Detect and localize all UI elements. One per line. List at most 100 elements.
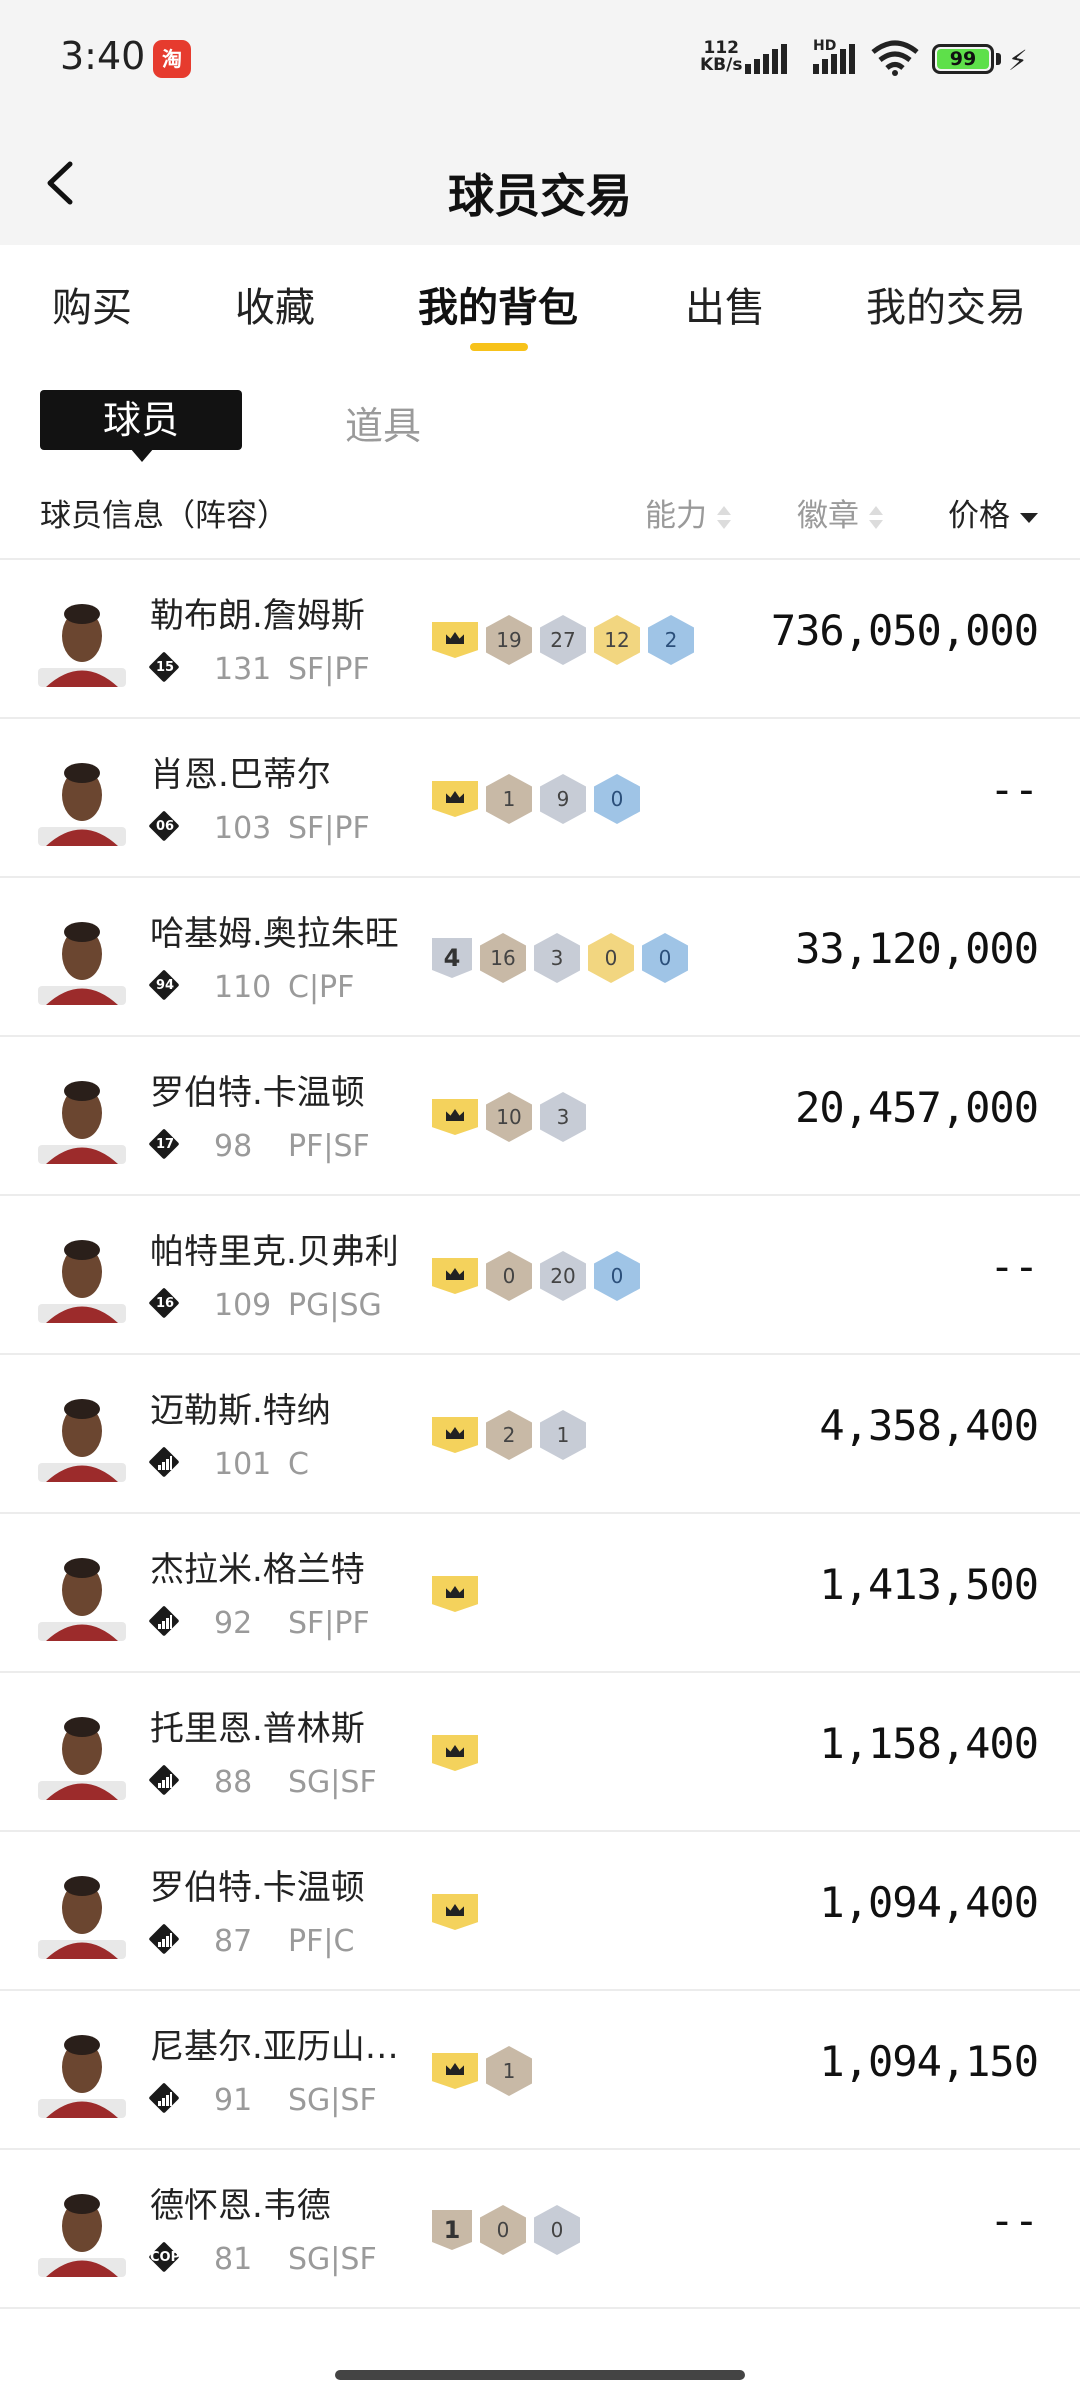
crown-icon bbox=[432, 2053, 478, 2089]
rank-badge: 1 bbox=[432, 2210, 472, 2250]
battery-level: 99 bbox=[937, 49, 989, 69]
subtab-players[interactable]: 球员 bbox=[40, 390, 242, 462]
badge-group: 4 16 3 0 0 bbox=[432, 933, 688, 983]
home-indicator[interactable] bbox=[335, 2370, 745, 2380]
player-row[interactable]: 罗伯特.卡温顿 17 98 PF|SF 10 3 20,457,000 bbox=[0, 1037, 1080, 1196]
tab-my-trades[interactable]: 我的交易 bbox=[866, 275, 1026, 333]
player-rating: 98 bbox=[214, 1129, 253, 1164]
player-avatar bbox=[38, 1717, 126, 1800]
badge-group: 10 3 bbox=[432, 1092, 586, 1142]
badge-group bbox=[432, 1887, 478, 1930]
player-row[interactable]: 德怀恩.韦德 COPY 81 SG|SF 100 -- bbox=[0, 2150, 1080, 2309]
badge-count: 0 bbox=[486, 1251, 532, 1301]
player-position: SF|PF bbox=[288, 652, 370, 687]
crown-icon bbox=[432, 1894, 478, 1930]
status-bar: 3:40 淘 112 KB/s HD 99 ⚡ bbox=[0, 0, 1080, 120]
signal-icon-2 bbox=[813, 44, 855, 74]
badge-group: 19 27 12 2 bbox=[432, 615, 694, 665]
column-ability-label: 能力 bbox=[645, 498, 707, 534]
badge-count: 20 bbox=[540, 1251, 586, 1301]
player-name: 哈基姆.奥拉朱旺 bbox=[150, 914, 399, 954]
player-avatar bbox=[38, 1399, 126, 1482]
tab-sell[interactable]: 出售 bbox=[685, 275, 765, 333]
crown-icon bbox=[432, 781, 478, 817]
jersey-number: COPY bbox=[150, 2250, 190, 2265]
badge-count: 2 bbox=[648, 615, 694, 665]
player-rating: 109 bbox=[214, 1288, 272, 1323]
signal-icon bbox=[745, 44, 787, 74]
badge-count: 0 bbox=[534, 2205, 580, 2255]
player-avatar bbox=[38, 922, 126, 1005]
player-position: SG|SF bbox=[288, 2242, 377, 2277]
badge-group bbox=[432, 1728, 478, 1771]
player-row[interactable]: 托里恩.普林斯 88 SG|SF 1,158,400 bbox=[0, 1673, 1080, 1832]
player-price: 1,094,150 bbox=[819, 2037, 1039, 2086]
rank-badge: 4 bbox=[432, 938, 472, 978]
player-row[interactable]: 罗伯特.卡温顿 87 PF|C 1,094,400 bbox=[0, 1832, 1080, 1991]
player-position: SG|SF bbox=[288, 2083, 377, 2118]
badge-count: 3 bbox=[534, 933, 580, 983]
badge-count: 0 bbox=[594, 774, 640, 824]
column-header: 球员信息（阵容） 能力 徽章 价格 bbox=[0, 478, 1080, 560]
player-avatar bbox=[38, 1081, 126, 1164]
sort-desc-icon bbox=[1020, 512, 1038, 523]
player-row[interactable]: 勒布朗.詹姆斯 15 131 SF|PF 19 27 12 2 736,050,000 bbox=[0, 560, 1080, 719]
player-price: -- bbox=[989, 1242, 1039, 1291]
player-name: 罗伯特.卡温顿 bbox=[150, 1868, 365, 1908]
tab-my-bag[interactable]: 我的背包 bbox=[418, 275, 578, 333]
player-row[interactable]: 迈勒斯.特纳 101 C 21 4,358,400 bbox=[0, 1355, 1080, 1514]
player-rating: 87 bbox=[214, 1924, 253, 1959]
player-position: SG|SF bbox=[288, 1765, 377, 1800]
network-speed-unit: KB/s bbox=[700, 55, 743, 75]
player-name: 迈勒斯.特纳 bbox=[150, 1391, 331, 1431]
player-row[interactable]: 肖恩.巴蒂尔 06 103 SF|PF 190 -- bbox=[0, 719, 1080, 878]
player-avatar bbox=[38, 1558, 126, 1641]
player-position: C bbox=[288, 1447, 309, 1482]
player-name: 杰拉米.格兰特 bbox=[150, 1550, 365, 1590]
player-rating: 131 bbox=[214, 652, 272, 687]
badge-group: 0 20 0 bbox=[432, 1251, 640, 1301]
sort-icon bbox=[717, 505, 731, 531]
badge-count: 0 bbox=[594, 1251, 640, 1301]
signal-tier-icon bbox=[148, 1923, 180, 1955]
player-avatar bbox=[38, 2194, 126, 2277]
badge-count: 1 bbox=[540, 1410, 586, 1460]
badge-group bbox=[432, 1569, 478, 1612]
badge-group: 1 bbox=[432, 2046, 532, 2096]
player-list: 勒布朗.詹姆斯 15 131 SF|PF 19 27 12 2 736,050,000… bbox=[0, 560, 1080, 2309]
player-rating: 103 bbox=[214, 811, 272, 846]
badge-count: 19 bbox=[486, 615, 532, 665]
jersey-icon: 16 bbox=[148, 1287, 180, 1319]
badge-group: 21 bbox=[432, 1410, 586, 1460]
header-bar: 球员交易 bbox=[0, 120, 1080, 245]
tab-favorites[interactable]: 收藏 bbox=[235, 275, 315, 333]
crown-icon bbox=[432, 1099, 478, 1135]
jersey-icon: COPY bbox=[148, 2241, 190, 2273]
tab-buy[interactable]: 购买 bbox=[52, 275, 132, 333]
badge-group: 100 bbox=[432, 2205, 580, 2255]
column-player-info: 球员信息（阵容） bbox=[40, 498, 288, 534]
column-price[interactable]: 价格 bbox=[948, 490, 1038, 535]
jersey-number: 16 bbox=[155, 1296, 175, 1311]
signal-tier-icon bbox=[148, 1446, 180, 1478]
subtab-items[interactable]: 道具 bbox=[345, 395, 421, 450]
player-avatar bbox=[38, 1876, 126, 1959]
active-tab-indicator bbox=[470, 343, 528, 351]
player-row[interactable]: 尼基尔.亚历山… 91 SG|SF 1 1,094,150 bbox=[0, 1991, 1080, 2150]
charging-icon: ⚡ bbox=[1008, 44, 1028, 77]
player-row[interactable]: 杰拉米.格兰特 92 SF|PF 1,413,500 bbox=[0, 1514, 1080, 1673]
player-price: 736,050,000 bbox=[770, 606, 1039, 655]
player-rating: 110 bbox=[214, 970, 272, 1005]
player-price: 20,457,000 bbox=[795, 1083, 1039, 1132]
player-row[interactable]: 哈基姆.奥拉朱旺 94 110 C|PF 4 16 3 0 0 33,120,000 bbox=[0, 878, 1080, 1037]
battery-tip bbox=[996, 53, 1001, 65]
jersey-number: 15 bbox=[155, 660, 175, 675]
column-badges[interactable]: 徽章 bbox=[797, 490, 883, 535]
clock: 3:40 bbox=[60, 34, 146, 78]
jersey-icon: 15 bbox=[148, 651, 180, 683]
player-row[interactable]: 帕特里克.贝弗利 16 109 PG|SG 0 20 0 -- bbox=[0, 1196, 1080, 1355]
main-tabs: 购买 收藏 我的背包 出售 我的交易 bbox=[0, 245, 1080, 365]
badge-count: 0 bbox=[642, 933, 688, 983]
column-ability[interactable]: 能力 bbox=[645, 490, 731, 535]
wifi-icon bbox=[871, 40, 919, 76]
